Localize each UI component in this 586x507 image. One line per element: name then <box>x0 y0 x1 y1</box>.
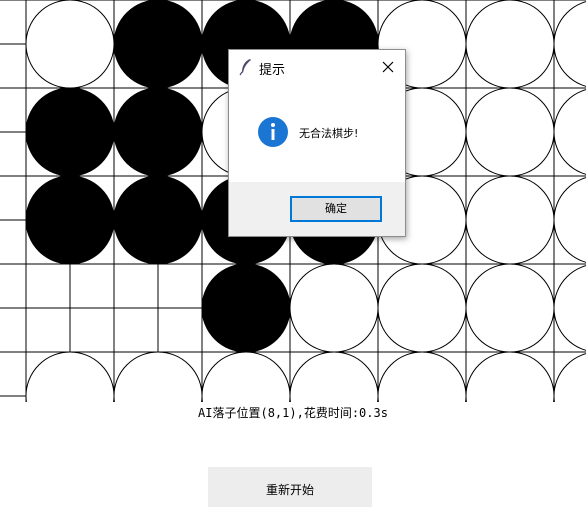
dialog-message: 无合法棋步! <box>299 127 359 140</box>
white-stone[interactable] <box>289 351 379 402</box>
restart-button[interactable]: 重新开始 <box>208 467 372 507</box>
message-dialog: 提示 无合法棋步! 确定 <box>228 49 406 237</box>
info-icon <box>258 117 288 147</box>
black-stone[interactable] <box>113 175 203 265</box>
white-stone[interactable] <box>553 176 586 264</box>
white-stone[interactable] <box>553 88 586 176</box>
white-stone[interactable] <box>465 87 555 177</box>
dialog-title: 提示 <box>259 63 286 78</box>
white-stone[interactable] <box>465 351 555 402</box>
white-stone[interactable] <box>377 263 467 353</box>
feather-icon <box>239 59 251 76</box>
white-stone[interactable] <box>465 175 555 265</box>
white-stone[interactable] <box>553 0 586 88</box>
black-stone[interactable] <box>201 263 291 353</box>
white-stone[interactable] <box>25 351 115 402</box>
dialog-footer: 确定 <box>229 182 405 236</box>
black-stone[interactable] <box>25 87 115 177</box>
white-stone[interactable] <box>289 263 379 353</box>
white-stone[interactable] <box>465 0 555 89</box>
black-stone[interactable] <box>113 87 203 177</box>
white-stone[interactable] <box>25 0 115 89</box>
white-stone[interactable] <box>201 351 291 402</box>
white-stone[interactable] <box>553 352 586 402</box>
status-text: AI落子位置(8,1),花费时间:0.3s <box>198 406 388 420</box>
black-stone[interactable] <box>25 175 115 265</box>
white-stone[interactable] <box>377 351 467 402</box>
black-stone[interactable] <box>113 0 203 89</box>
close-icon[interactable] <box>381 60 395 74</box>
dialog-body: 无合法棋步! <box>229 84 405 182</box>
white-stone[interactable] <box>553 264 586 352</box>
white-stone[interactable] <box>113 351 203 402</box>
white-stone[interactable] <box>465 263 555 353</box>
ok-button[interactable]: 确定 <box>290 196 382 222</box>
dialog-title-bar[interactable]: 提示 <box>229 50 405 84</box>
